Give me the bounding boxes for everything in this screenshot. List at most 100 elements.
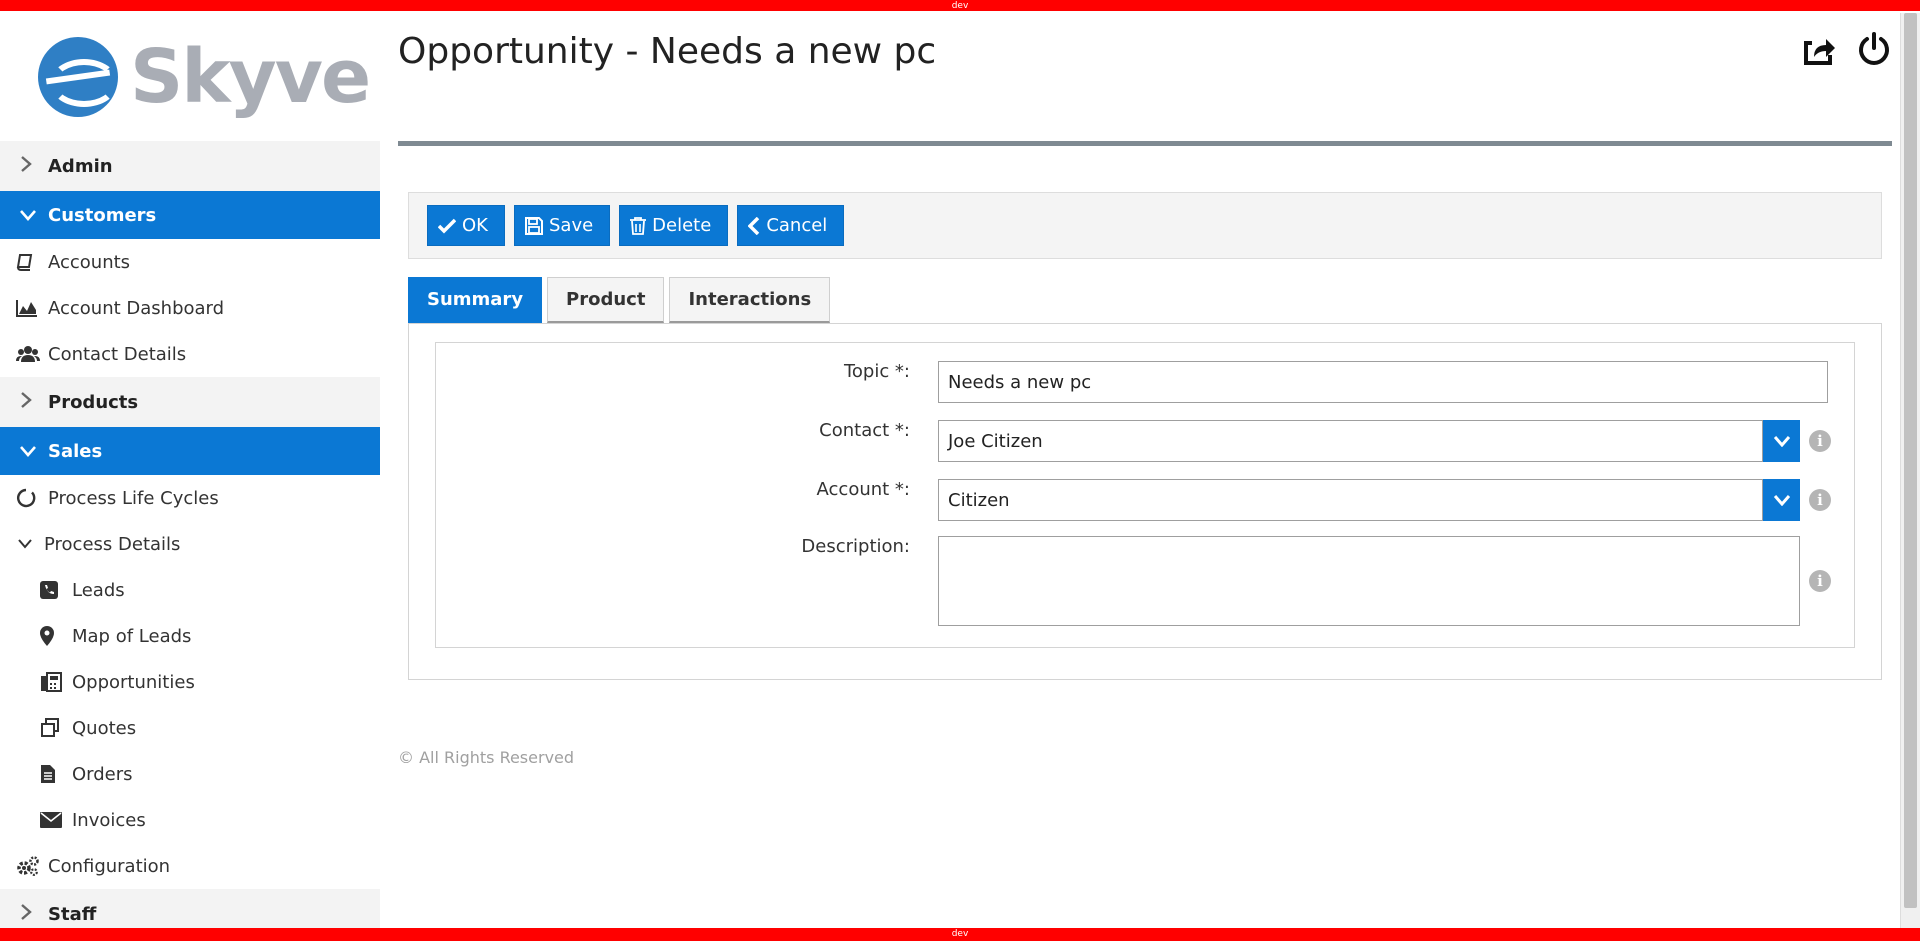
- sidebar-item-label: Accounts: [48, 251, 131, 273]
- sidebar-group-label: Sales: [48, 440, 103, 462]
- sidebar-group-admin[interactable]: Admin: [0, 141, 380, 191]
- sidebar-item-label: Account Dashboard: [48, 297, 225, 319]
- check-icon: [438, 218, 456, 233]
- phone-icon: [40, 581, 72, 599]
- area-chart-icon: [16, 299, 48, 317]
- envelope-icon: [40, 812, 72, 828]
- chevron-down-icon: [1773, 495, 1790, 506]
- map-marker-icon: [40, 626, 72, 646]
- header-actions: [1800, 31, 1892, 67]
- topic-input[interactable]: Needs a new pc: [938, 361, 1828, 403]
- sidebar-group-sales[interactable]: Sales: [0, 427, 380, 475]
- footer-copyright: © All Rights Reserved: [398, 748, 575, 767]
- action-toolbar: OK Save Delete Cancel: [408, 192, 1882, 259]
- info-icon[interactable]: i: [1809, 489, 1831, 511]
- chevron-right-icon: [20, 156, 48, 176]
- dev-label-top: dev: [951, 1, 969, 11]
- brand-logo[interactable]: Skyve: [0, 13, 380, 141]
- file-text-icon: [40, 764, 72, 784]
- description-textarea[interactable]: [938, 536, 1800, 626]
- sidebar-item-leads[interactable]: Leads: [0, 567, 380, 613]
- topic-value: Needs a new pc: [948, 371, 1092, 393]
- tab-panel-summary: Topic *: Needs a new pc Contact *: Joe C…: [408, 323, 1882, 680]
- cancel-button-label: Cancel: [766, 215, 828, 236]
- tab-interactions[interactable]: Interactions: [669, 277, 831, 323]
- sidebar-group-label: Customers: [48, 204, 157, 226]
- sidebar-item-map-of-leads[interactable]: Map of Leads: [0, 613, 380, 659]
- power-icon[interactable]: [1856, 31, 1892, 67]
- sidebar-group-products[interactable]: Products: [0, 377, 380, 427]
- sidebar-group-customers[interactable]: Customers: [0, 191, 380, 239]
- sidebar-item-quotes[interactable]: Quotes: [0, 705, 380, 751]
- contact-value: Joe Citizen: [948, 430, 1043, 452]
- sidebar-item-accounts[interactable]: Accounts: [0, 239, 380, 285]
- sidebar-item-invoices[interactable]: Invoices: [0, 797, 380, 843]
- contact-combo-input[interactable]: Joe Citizen: [938, 420, 1763, 462]
- contact-label: Contact *:: [819, 420, 910, 441]
- tab-bar: Summary Product Interactions: [408, 277, 831, 323]
- topic-label: Topic *:: [843, 361, 910, 382]
- chevron-down-icon: [20, 442, 48, 461]
- sidebar-group-label: Staff: [48, 903, 97, 925]
- sidebar-item-configuration[interactable]: Configuration: [0, 843, 380, 889]
- sidebar-item-orders[interactable]: Orders: [0, 751, 380, 797]
- sidebar-item-label: Orders: [72, 763, 133, 785]
- sidebar-item-label: Process Life Cycles: [48, 487, 219, 509]
- save-button-label: Save: [548, 215, 594, 236]
- sidebar-item-label: Leads: [72, 579, 125, 601]
- sidebar-item-label: Configuration: [48, 855, 171, 877]
- tab-summary[interactable]: Summary: [408, 277, 543, 323]
- share-icon[interactable]: [1800, 31, 1836, 67]
- chevron-left-icon: [748, 216, 760, 235]
- sidebar-item-opportunities[interactable]: Opportunities: [0, 659, 380, 705]
- sidebar-item-label: Invoices: [72, 809, 146, 831]
- sidebar-item-process-details[interactable]: Process Details: [0, 521, 380, 567]
- chevron-down-icon: [18, 539, 44, 549]
- tab-product[interactable]: Product: [547, 277, 665, 323]
- sidebar-item-label: Contact Details: [48, 343, 187, 365]
- vertical-scrollbar[interactable]: [1900, 13, 1920, 928]
- ok-button-label: OK: [462, 215, 488, 236]
- sidebar-group-staff[interactable]: Staff: [0, 889, 380, 928]
- sidebar: Skyve Admin Customers Accounts Account D…: [0, 13, 380, 928]
- chevron-down-icon: [1773, 436, 1790, 447]
- save-icon: [524, 216, 543, 235]
- delete-button-label: Delete: [652, 215, 712, 236]
- account-dropdown-button[interactable]: [1763, 479, 1800, 521]
- account-value: Citizen: [948, 489, 1010, 511]
- sidebar-item-account-dashboard[interactable]: Account Dashboard: [0, 285, 380, 331]
- save-button[interactable]: Save: [513, 205, 611, 246]
- description-label: Description:: [801, 536, 910, 557]
- account-combo-input[interactable]: Citizen: [938, 479, 1763, 521]
- trash-icon: [630, 216, 647, 235]
- chevron-right-icon: [20, 392, 48, 412]
- circle-notch-icon: [16, 488, 48, 508]
- sidebar-group-label: Products: [48, 391, 139, 413]
- delete-button[interactable]: Delete: [619, 205, 729, 246]
- users-icon: [16, 345, 48, 363]
- dev-label-bottom: dev: [951, 929, 969, 939]
- copy-icon: [40, 718, 72, 738]
- sidebar-item-label: Opportunities: [72, 671, 195, 693]
- info-icon[interactable]: i: [1809, 570, 1831, 592]
- sidebar-item-contact-details[interactable]: Contact Details: [0, 331, 380, 377]
- fax-icon: [40, 672, 72, 692]
- contact-dropdown-button[interactable]: [1763, 420, 1800, 462]
- sidebar-item-label: Process Details: [44, 533, 181, 555]
- account-label: Account *:: [816, 479, 910, 500]
- ok-button[interactable]: OK: [427, 205, 505, 246]
- form-fieldset: Topic *: Needs a new pc Contact *: Joe C…: [435, 342, 1855, 648]
- chevron-down-icon: [20, 206, 48, 225]
- brand-name: Skyve: [130, 34, 371, 120]
- info-icon[interactable]: i: [1809, 430, 1831, 452]
- dev-environment-bar-bottom: dev: [0, 928, 1920, 941]
- dev-environment-bar-top: dev: [0, 0, 1920, 13]
- cancel-button[interactable]: Cancel: [737, 205, 845, 246]
- skyve-logo-icon: [38, 37, 118, 117]
- chevron-right-icon: [20, 904, 48, 924]
- sidebar-item-process-life-cycles[interactable]: Process Life Cycles: [0, 475, 380, 521]
- sidebar-item-label: Map of Leads: [72, 625, 192, 647]
- scrollbar-thumb[interactable]: [1904, 13, 1917, 908]
- page-title: Opportunity - Needs a new pc: [398, 31, 937, 72]
- cogs-icon: [16, 856, 48, 876]
